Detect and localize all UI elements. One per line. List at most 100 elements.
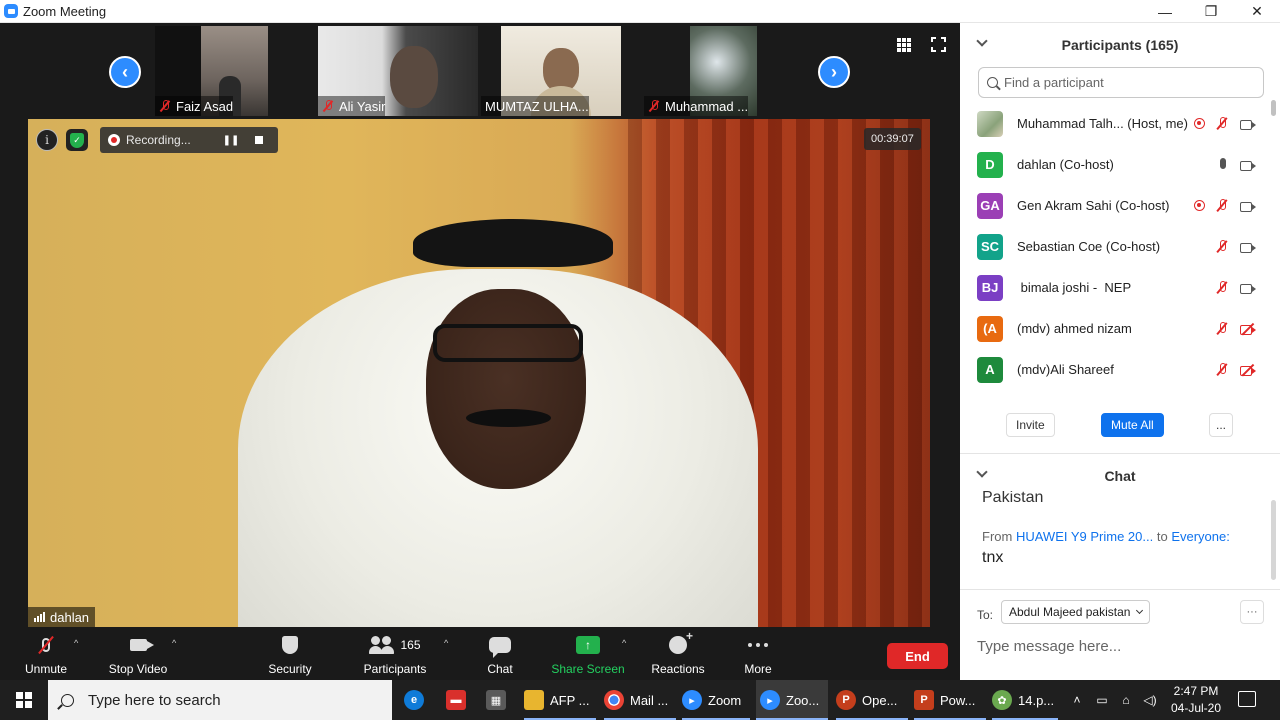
participant-thumbnail[interactable]: Faiz Asad [155, 26, 268, 116]
stop-video-button[interactable]: Stop Video [106, 628, 170, 680]
reactions-icon [664, 629, 693, 656]
participant-thumbnail[interactable]: Ali Yasir [318, 26, 478, 116]
chat-button[interactable]: Chat [482, 628, 518, 680]
audio-options-caret-icon[interactable]: ^ [74, 638, 78, 648]
zoom-icon: ▸ [682, 690, 702, 710]
camera-off-icon[interactable] [1240, 363, 1256, 377]
muted-mic-icon[interactable] [1216, 117, 1230, 131]
side-panel: Participants (165) Muhammad Talh... (Hos… [960, 23, 1280, 680]
chat-sender[interactable]: HUAWEI Y9 Prime 20... [1016, 529, 1153, 544]
end-meeting-button[interactable]: End [887, 643, 948, 669]
muted-mic-icon[interactable] [1216, 363, 1230, 377]
tray-overflow-icon[interactable]: ˄ [1066, 680, 1088, 720]
title-bar: Zoom Meeting — ❐ ✕ [0, 0, 1280, 23]
participant-row[interactable]: GA Gen Akram Sahi (Co-host) [960, 185, 1270, 226]
chat-more-button[interactable]: ··· [1240, 600, 1264, 624]
taskbar-search-input[interactable] [88, 691, 388, 709]
previous-page-button[interactable]: ‹ [109, 56, 141, 88]
camera-icon[interactable] [1240, 199, 1256, 213]
network-icon[interactable]: ⌂ [1116, 680, 1136, 720]
taskbar-app-powerpoint[interactable]: P Ope... [836, 680, 908, 720]
volume-icon[interactable]: ◁) [1140, 680, 1160, 720]
taskbar-app-afp[interactable]: AFP ... [524, 680, 596, 720]
taskbar-clock[interactable]: 2:47 PM 04-Jul-20 [1164, 683, 1228, 717]
security-button[interactable]: Security [264, 628, 316, 680]
camera-icon[interactable] [1240, 158, 1256, 172]
participant-search-input[interactable] [1004, 75, 1254, 90]
participant-list-scrollbar[interactable] [1271, 100, 1276, 116]
battery-icon[interactable]: ▭ [1092, 680, 1112, 720]
taskbar-app-red[interactable]: ▬ [446, 680, 470, 720]
windows-start-icon[interactable] [16, 692, 32, 708]
collapse-chevron-icon[interactable] [976, 35, 988, 47]
taskbar-app-edge[interactable]: e [404, 680, 428, 720]
maximize-button[interactable]: ❐ [1188, 0, 1234, 23]
pause-recording-button[interactable]: ❚❚ [220, 130, 242, 150]
camera-icon[interactable] [1240, 240, 1256, 254]
participant-thumbnail[interactable]: MUMTAZ ULHA... [481, 26, 641, 116]
muted-mic-icon[interactable] [1216, 240, 1230, 254]
minimize-button[interactable]: — [1142, 0, 1188, 23]
chat-message-input[interactable] [977, 632, 1267, 660]
store-icon: ▦ [486, 690, 506, 710]
collapse-chat-chevron-icon[interactable] [976, 466, 988, 478]
camera-icon[interactable] [1240, 281, 1256, 295]
video-options-caret-icon[interactable]: ^ [172, 638, 176, 648]
invite-button[interactable]: Invite [1006, 413, 1055, 437]
fullscreen-icon[interactable] [931, 37, 946, 52]
chat-recipient-select[interactable]: Abdul Majeed pakistan [1001, 600, 1151, 624]
participants-title: Participants (165) [1061, 37, 1179, 53]
meeting-info-bar: i ✓ Recording... ❚❚ [36, 127, 278, 153]
muted-mic-icon[interactable] [1216, 322, 1230, 336]
microphone-icon[interactable] [1216, 158, 1230, 172]
video-camera-icon [124, 634, 154, 656]
participant-thumbnail[interactable]: Muhammad ... [644, 26, 757, 116]
participant-row[interactable]: Muhammad Talh... (Host, me) [960, 103, 1270, 144]
participant-row[interactable]: (A (mdv) ahmed nizam [960, 308, 1270, 349]
taskbar-app-store[interactable]: ▦ [486, 680, 510, 720]
participants-options-caret-icon[interactable]: ^ [444, 638, 448, 648]
taskbar-app-zoom[interactable]: ▸ Zoom [682, 680, 750, 720]
camera-icon[interactable] [1240, 117, 1256, 131]
taskbar-app-powerpoint-doc[interactable]: P Pow... [914, 680, 986, 720]
more-dots-icon [744, 634, 772, 656]
participants-button[interactable]: 165 Participants [362, 628, 428, 680]
zoom-logo-icon [4, 4, 18, 18]
share-screen-button[interactable]: ↑ Share Screen [551, 628, 625, 680]
unmute-button[interactable]: Unmute [22, 628, 70, 680]
taskbar-app-image-viewer[interactable]: ✿ 14.p... [992, 680, 1058, 720]
stop-recording-button[interactable] [248, 130, 270, 150]
muted-mic-icon[interactable] [1216, 281, 1230, 295]
muted-mic-icon[interactable] [1216, 199, 1230, 213]
next-page-button[interactable]: › [818, 56, 850, 88]
active-speaker-video[interactable] [28, 119, 930, 627]
camera-off-icon[interactable] [1240, 322, 1256, 336]
participant-search[interactable] [978, 67, 1264, 98]
thumbnail-name: Muhammad ... [665, 98, 749, 114]
taskbar-app-chrome[interactable]: Mail ... [604, 680, 676, 720]
taskbar-app-zoom-meeting[interactable]: ▸ Zoo... [756, 680, 828, 720]
more-button[interactable]: More [740, 628, 776, 680]
folder-icon [524, 690, 544, 710]
chat-recipient[interactable]: Everyone: [1171, 529, 1230, 544]
notifications-icon[interactable] [1238, 691, 1256, 707]
zoom-icon: ▸ [760, 690, 780, 710]
info-icon[interactable]: i [36, 129, 58, 151]
taskbar-app-label: Ope... [862, 692, 898, 708]
participant-row[interactable]: SC Sebastian Coe (Co-host) [960, 226, 1270, 267]
chat-scrollbar[interactable] [1271, 500, 1276, 580]
security-shield-icon [276, 634, 304, 656]
stop-video-label: Stop Video [108, 662, 168, 676]
share-options-caret-icon[interactable]: ^ [622, 638, 626, 648]
reactions-button[interactable]: Reactions [650, 628, 706, 680]
participants-more-button[interactable]: ... [1209, 413, 1234, 437]
participant-row[interactable]: BJ bimala joshi - NEP [960, 267, 1270, 308]
participant-row[interactable]: A (mdv)Ali Shareef [960, 349, 1270, 390]
participant-row[interactable]: D dahlan (Co-host) [960, 144, 1270, 185]
taskbar-search[interactable] [48, 680, 392, 720]
speaker-moustache [466, 409, 551, 427]
gallery-view-icon[interactable] [897, 38, 911, 52]
encryption-shield-icon[interactable]: ✓ [66, 129, 88, 151]
close-button[interactable]: ✕ [1234, 0, 1280, 23]
mute-all-button[interactable]: Mute All [1101, 413, 1164, 437]
